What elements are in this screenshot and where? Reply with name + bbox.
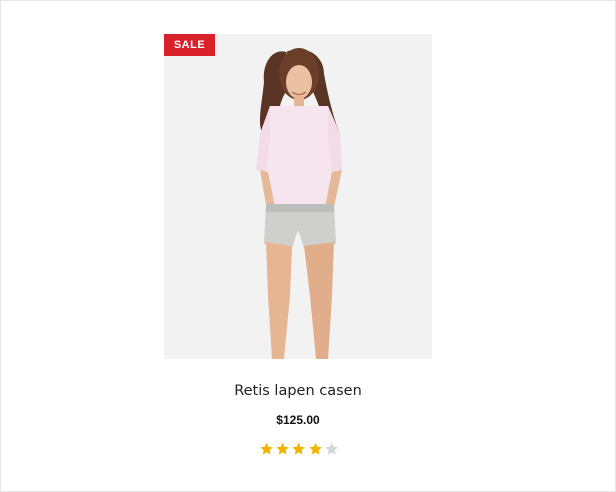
product-name[interactable]: Retis lapen casen (164, 383, 432, 399)
star-empty-icon (325, 442, 338, 455)
product-price: $125.00 (276, 413, 320, 427)
star-filled-icon (276, 442, 290, 455)
star-filled-icon (292, 442, 306, 455)
product-image[interactable]: SALE (164, 34, 432, 359)
star-filled-icon (308, 442, 322, 455)
sale-badge: SALE (164, 34, 215, 56)
product-card[interactable]: SALE Retis lapen casen $125.00 (164, 34, 432, 455)
product-photo (256, 48, 342, 359)
star-filled-icon (260, 442, 273, 455)
star-rating (259, 441, 339, 457)
page-frame: SALE Retis lapen casen $125.00 (0, 0, 616, 492)
